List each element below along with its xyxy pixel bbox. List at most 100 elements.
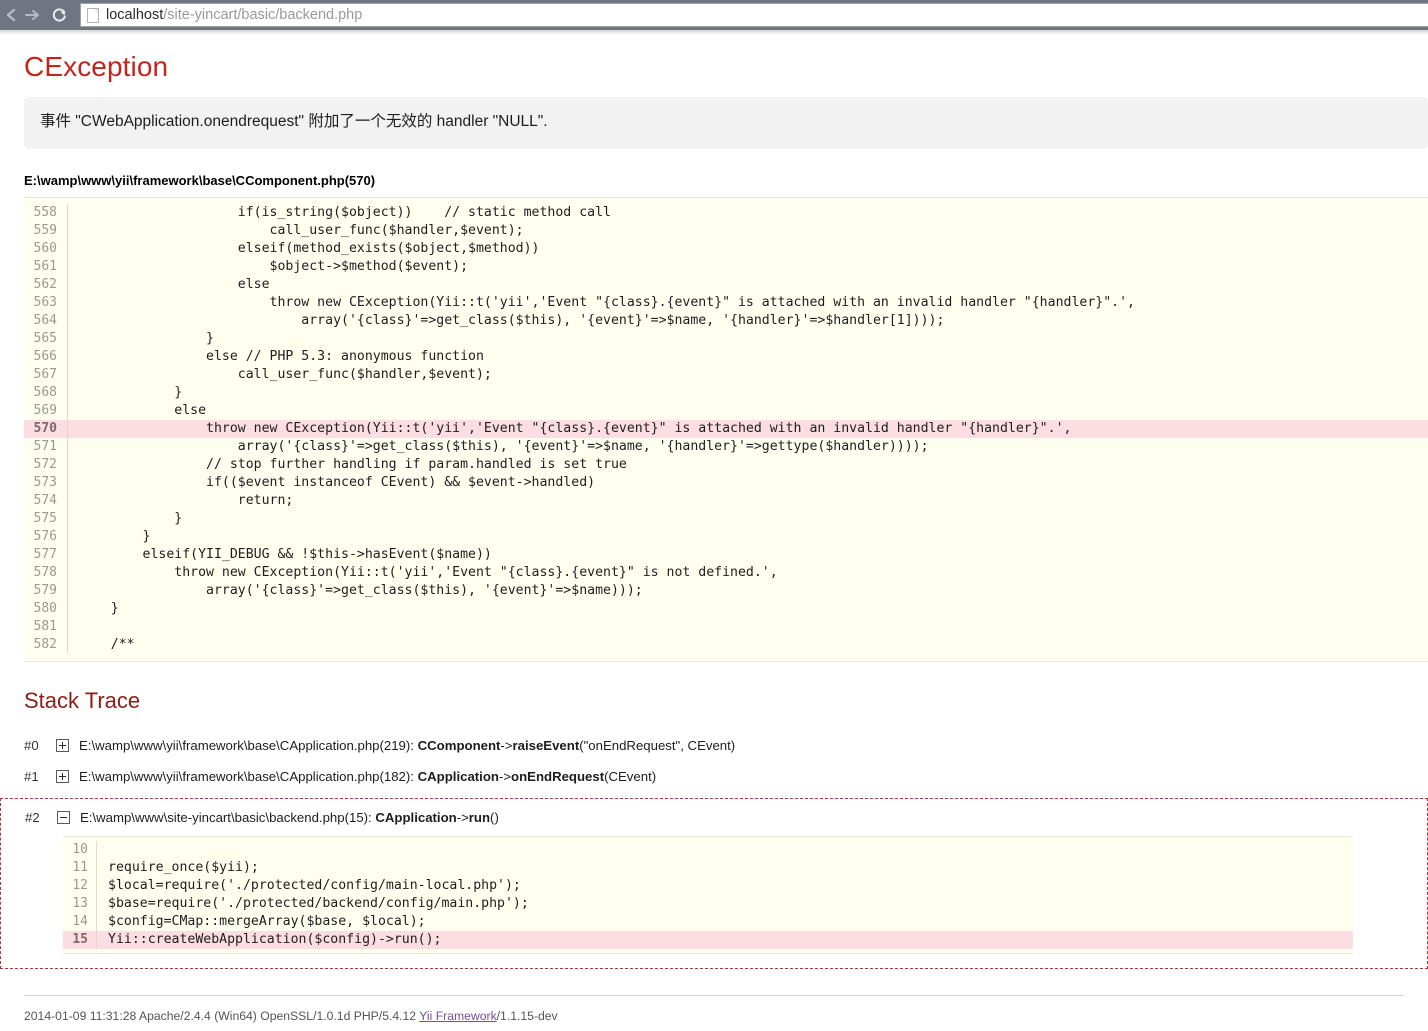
stack-frame-row[interactable]: #2 E:\wamp\www\site-yincart\basic\backend… <box>1 799 1427 834</box>
line-number: 570 <box>24 420 68 438</box>
line-number: 563 <box>24 294 68 312</box>
line-source: } <box>79 601 119 616</box>
stack-frame-row[interactable]: #0 E:\wamp\www\yii\framework\base\CApplic… <box>0 730 1428 761</box>
browser-toolbar: localhost/site-yincart/basic/backend.php <box>0 0 1428 30</box>
back-button[interactable] <box>4 2 20 28</box>
navigation-buttons <box>2 2 72 28</box>
code-line: 576 } <box>24 528 1428 546</box>
stack-frame-row[interactable]: #1 E:\wamp\www\yii\framework\base\CApplic… <box>0 761 1428 792</box>
code-line: 560 elseif(method_exists($object,$method… <box>24 240 1428 258</box>
arrow-right-icon <box>23 7 43 23</box>
footer-version: /1.1.15-dev <box>496 1009 558 1023</box>
line-number: 578 <box>24 564 68 582</box>
collapse-minus-icon[interactable] <box>57 811 70 824</box>
line-source: array('{class}'=>get_class($this), '{eve… <box>79 583 643 598</box>
stack-frame-class: CApplication <box>417 769 499 784</box>
code-line: 558 if(is_string($object)) // static met… <box>24 204 1428 222</box>
code-line: 13 $base=require('./protected/backend/con… <box>63 895 1353 913</box>
error-message: 事件 "CWebApplication.onendrequest" 附加了一个无… <box>24 97 1428 149</box>
line-source: else <box>79 277 270 292</box>
stack-frame-args: (CEvent) <box>604 769 657 784</box>
code-line: 10 <box>63 841 1353 859</box>
line-number: 572 <box>24 456 68 474</box>
source-file-path: E:\wamp\www\yii\framework\base\CComponen… <box>24 173 376 188</box>
source-code-block: 558 if(is_string($object)) // static met… <box>24 197 1428 662</box>
stack-frame-file: E:\wamp\www\yii\framework\base\CApplicat… <box>79 738 418 753</box>
stack-frame-method: onEndRequest <box>511 769 605 784</box>
line-source: throw new CException(Yii::t('yii','Event… <box>79 565 778 580</box>
reload-button[interactable] <box>46 2 72 28</box>
stack-frame-method: run <box>468 810 491 825</box>
toolbar-shadow <box>0 30 1428 35</box>
stack-frame-index: #0 <box>24 738 39 753</box>
code-line: 563 throw new CException(Yii::t('yii','E… <box>24 294 1428 312</box>
line-source: } <box>79 385 183 400</box>
yii-framework-link[interactable]: Yii Framework <box>419 1009 496 1023</box>
line-source: Yii::createWebApplication($config)->run(… <box>108 932 442 947</box>
code-line: 567 call_user_func($handler,$event); <box>24 366 1428 384</box>
line-number: 569 <box>24 402 68 420</box>
page-document-icon <box>87 7 99 23</box>
stack-frame-text: E:\wamp\www\site-yincart\basic\backend.p… <box>80 808 1427 827</box>
line-source: } <box>79 331 214 346</box>
line-number: 10 <box>63 841 97 859</box>
line-number: 575 <box>24 510 68 528</box>
line-number: 564 <box>24 312 68 330</box>
line-number: 565 <box>24 330 68 348</box>
stack-frame-index: #2 <box>25 810 40 825</box>
stack-frame-args: () <box>490 810 499 825</box>
line-number: 577 <box>24 546 68 564</box>
line-number: 566 <box>24 348 68 366</box>
stack-frame-arrow: -> <box>500 738 513 753</box>
line-number: 573 <box>24 474 68 492</box>
url-path: /site-yincart/basic/backend.php <box>163 7 363 23</box>
code-line: 14 $config=CMap::mergeArray($base, $local… <box>63 913 1353 931</box>
stack-frame-class: CApplication <box>375 810 457 825</box>
line-source: $object->$method($event); <box>79 259 469 274</box>
line-number: 567 <box>24 366 68 384</box>
line-source: elseif(method_exists($object,$method)) <box>79 241 540 256</box>
line-source: array('{class}'=>get_class($this), '{eve… <box>79 439 929 454</box>
expand-plus-icon[interactable] <box>56 770 69 783</box>
line-source <box>97 841 1353 859</box>
line-number: 561 <box>24 258 68 276</box>
page-title: CException <box>24 51 169 82</box>
expand-plus-icon[interactable] <box>56 739 69 752</box>
line-number: 14 <box>63 913 97 931</box>
line-number: 559 <box>24 222 68 240</box>
stack-frame-arrow: -> <box>498 769 512 784</box>
code-line: 566 else // PHP 5.3: anonymous function <box>24 348 1428 366</box>
code-line: 578 throw new CException(Yii::t('yii','E… <box>24 564 1428 582</box>
address-bar[interactable]: localhost/site-yincart/basic/backend.php <box>80 3 1428 27</box>
line-source: // stop further handling if param.handle… <box>79 457 627 472</box>
code-line-highlighted: 15 Yii::createWebApplication($config)->ru… <box>63 931 1353 949</box>
line-source: else // PHP 5.3: anonymous function <box>79 349 484 364</box>
line-number: 11 <box>63 859 97 877</box>
code-line: 579 array('{class}'=>get_class($this), '… <box>24 582 1428 600</box>
stack-frame-method: raiseEvent <box>512 738 580 753</box>
line-number: 580 <box>24 600 68 618</box>
footer-server-info: 2014-01-09 11:31:28 Apache/2.4.4 (Win64)… <box>24 1009 420 1023</box>
error-page: CException 事件 "CWebApplication.onendrequ… <box>0 51 1428 1023</box>
line-number: 558 <box>24 204 68 222</box>
page-footer: 2014-01-09 11:31:28 Apache/2.4.4 (Win64)… <box>24 995 1404 1023</box>
code-line: 12 $local=require('./protected/config/mai… <box>63 877 1353 895</box>
code-line: 582 /** <box>24 636 1428 654</box>
reload-icon <box>50 6 68 24</box>
code-line: 572 // stop further handling if param.ha… <box>24 456 1428 474</box>
line-source: /** <box>79 637 135 652</box>
code-line: 569 else <box>24 402 1428 420</box>
stack-trace-title: Stack Trace <box>24 688 141 713</box>
line-source: else <box>79 403 207 418</box>
line-source: call_user_func($handler,$event); <box>79 223 524 238</box>
stack-frame-file: E:\wamp\www\site-yincart\basic\backend.p… <box>80 810 376 825</box>
line-number: 13 <box>63 895 97 913</box>
forward-button[interactable] <box>20 2 46 28</box>
line-number: 560 <box>24 240 68 258</box>
line-source: throw new CException(Yii::t('yii','Event… <box>79 421 1072 436</box>
stack-frame-file: E:\wamp\www\yii\framework\base\CApplicat… <box>79 769 418 784</box>
code-line: 574 return; <box>24 492 1428 510</box>
line-number: 579 <box>24 582 68 600</box>
line-number: 12 <box>63 877 97 895</box>
line-source: throw new CException(Yii::t('yii','Event… <box>79 295 1135 310</box>
